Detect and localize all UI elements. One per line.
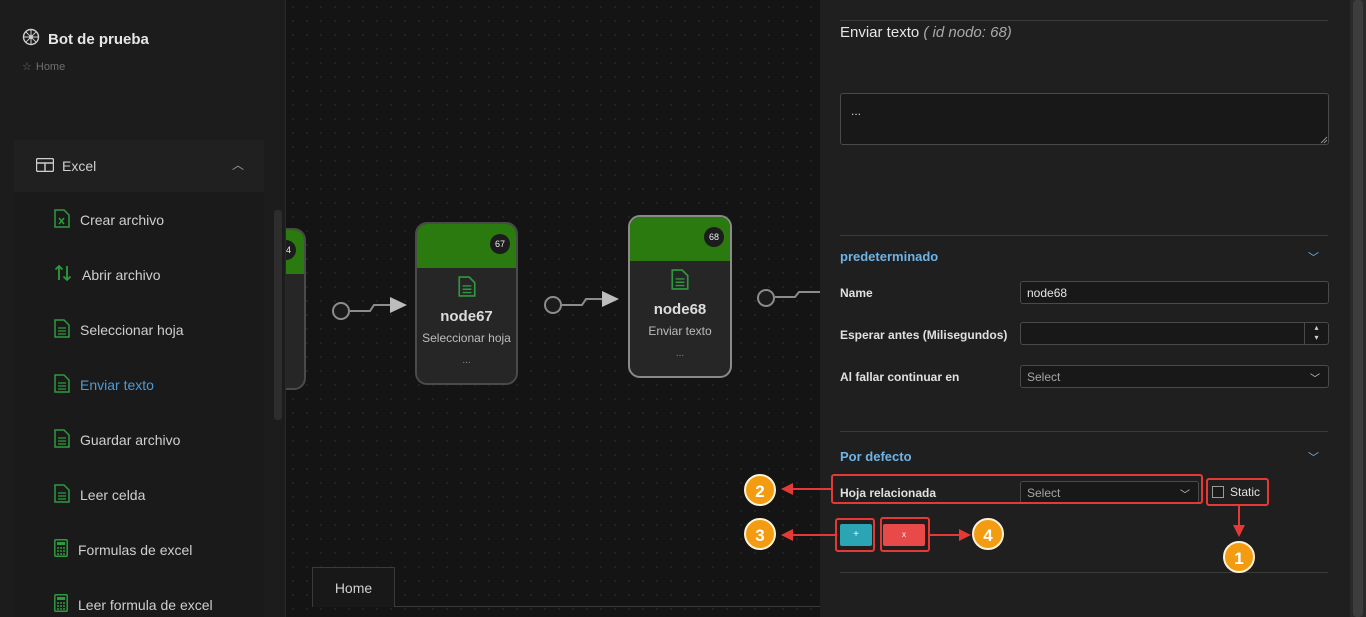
annotation-number-3: 3 — [744, 518, 776, 550]
annotation-number-4: 4 — [972, 518, 1004, 550]
annotation-number-1: 1 — [1223, 541, 1255, 573]
annotation-number-2: 2 — [744, 474, 776, 506]
annotation-arrows — [781, 483, 1245, 541]
